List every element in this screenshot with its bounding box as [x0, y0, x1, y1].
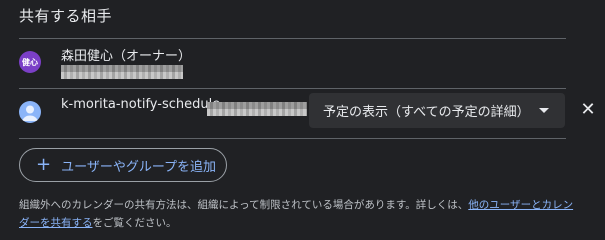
owner-avatar-text: 健心 — [22, 57, 38, 67]
plus-icon: + — [36, 154, 52, 175]
divider — [19, 138, 566, 139]
chevron-down-icon — [539, 108, 549, 113]
owner-avatar: 健心 — [19, 51, 41, 73]
shared-user-email: k-morita-notify-schedule — [61, 97, 221, 112]
owner-name: 森田健心（オーナー） — [61, 49, 192, 64]
owner-row: 健心 森田健心（オーナー） — [19, 45, 566, 85]
owner-email-redacted — [61, 65, 183, 79]
footnote-text: 組織外へのカレンダーの共有方法は、組織によって制限されている場合があります。詳し… — [19, 199, 469, 211]
add-people-label: ユーザーやグループを追加 — [61, 159, 217, 175]
permission-label: 予定の表示（すべての予定の詳細） — [323, 105, 530, 120]
divider — [19, 88, 566, 89]
permission-dropdown[interactable]: 予定の表示（すべての予定の詳細） — [309, 93, 565, 128]
shared-user-row: k-morita-notify-schedule 予定の表示（すべての予定の詳細… — [19, 93, 566, 131]
footnote-suffix: をご覧ください。 — [92, 217, 177, 229]
add-people-button[interactable]: + ユーザーやグループを追加 — [19, 148, 227, 182]
sharing-footnote: 組織外へのカレンダーの共有方法は、組織によって制限されている場合があります。詳し… — [19, 196, 579, 232]
person-icon — [19, 101, 41, 123]
close-icon[interactable]: ✕ — [578, 100, 598, 120]
section-title: 共有する相手 — [19, 7, 113, 25]
shared-user-email-redacted — [207, 102, 307, 116]
divider — [19, 38, 566, 39]
